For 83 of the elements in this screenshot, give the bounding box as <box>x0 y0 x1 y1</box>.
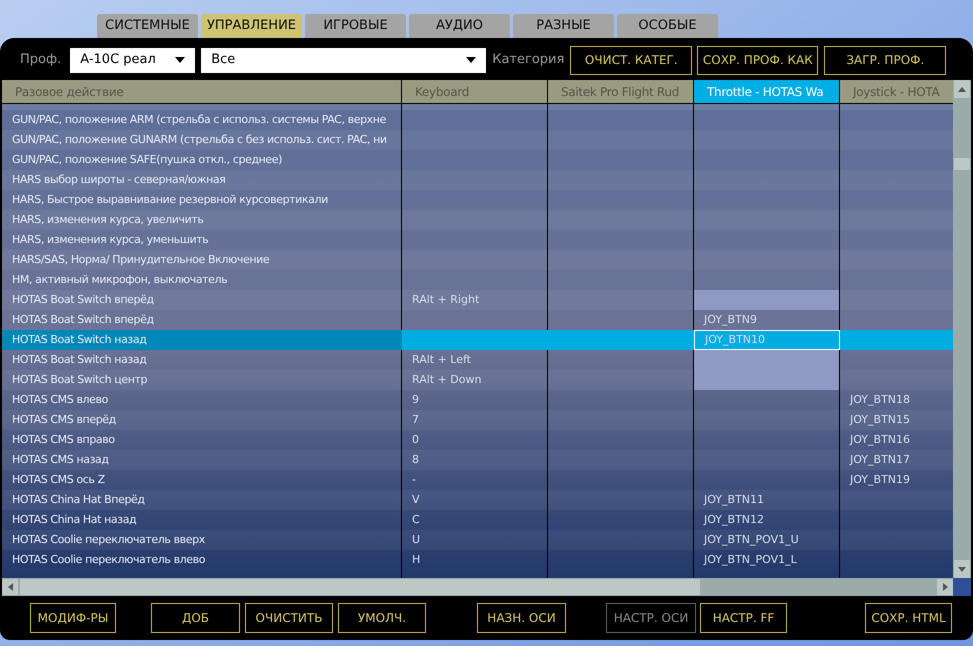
table-cell: HARS, Быстрое выравнивание резервной курсовертикали <box>2 190 402 210</box>
table-cell: V <box>402 490 548 510</box>
table-row[interactable]: HOTAS Boat Switch назад RAlt + Left <box>2 350 953 370</box>
tab[interactable]: УПРАВЛЕНИЕ <box>201 14 302 38</box>
table-row[interactable]: HOTAS Boat Switch вперёд RAlt + Right <box>2 290 953 310</box>
table-cell: HOTAS Coolie переключатель влево <box>2 550 402 570</box>
tab[interactable]: СИСТЕМНЫЕ <box>97 14 198 38</box>
table-cell: HOTAS Boat Switch назад <box>2 330 402 350</box>
table-cell: JOY_BTN9 <box>694 310 840 330</box>
table-cell: HOTAS China Hat Вперёд <box>2 490 402 510</box>
toolbar-button[interactable]: ОЧИСТ. КАТЕГ. <box>570 46 692 74</box>
table-cell: HARS выбор широты - северная/южная <box>2 170 402 190</box>
table-cell: HOTAS Boat Switch назад <box>2 350 402 370</box>
table-cell: HARS, изменения курса, уменьшить <box>2 230 402 250</box>
table-row[interactable]: HARS выбор широты - северная/южная <box>2 170 953 190</box>
table-cell: GUN/PAC, положение SAFE(пушка откл., среднее) <box>2 150 402 170</box>
table-row[interactable]: HOTAS China Hat Вперёд V JOY_BTN11 <box>2 490 953 510</box>
table-cell: JOY_BTN_POV1_L <box>694 550 840 570</box>
toolbar-button[interactable]: ЗАГР. ПРОФ. <box>824 46 946 74</box>
table-cell: 9 <box>402 390 548 410</box>
table-cell: RAlt + Left <box>402 350 548 370</box>
scroll-right-icon[interactable] <box>937 579 953 595</box>
table-cell: HOTAS CMS влево <box>2 390 402 410</box>
table-row[interactable]: GUN/PAC, положение GUNARM (стрельба с без использ. сист. PAC, ни <box>2 130 953 150</box>
action-button[interactable]: НАСТР. FF <box>700 603 787 633</box>
dropdown-arrow-icon <box>175 57 186 63</box>
action-button[interactable]: МОДИФ-РЫ <box>30 603 116 633</box>
table-cell: H <box>402 550 548 570</box>
action-button[interactable]: ДОБ <box>151 603 240 633</box>
scrollbar-corner <box>953 578 971 596</box>
scroll-up-icon[interactable] <box>954 80 970 98</box>
toolbar-button[interactable]: СОХР. ПРОФ. КАК <box>697 46 818 74</box>
table-row[interactable]: HARS, изменения курса, увеличить <box>2 210 953 230</box>
table-cell: HOTAS Boat Switch центр <box>2 370 402 390</box>
table-cell: RAlt + Right <box>402 290 548 310</box>
table-cell: HOTAS Boat Switch вперёд <box>2 290 402 310</box>
vertical-scrollbar[interactable] <box>953 80 971 578</box>
scroll-thumb[interactable] <box>954 158 970 170</box>
table-cell: JOY_BTN_POV1_U <box>694 530 840 550</box>
tab[interactable]: ОСОБЫЕ <box>617 14 718 38</box>
profile-label: Проф. <box>20 51 62 70</box>
scroll-left-icon[interactable] <box>2 579 18 595</box>
horizontal-scrollbar[interactable] <box>2 578 953 596</box>
table-cell: 7 <box>402 410 548 430</box>
table-row[interactable]: HARS/SAS, Норма/ Принудительное Включение <box>2 250 953 270</box>
table-cell: RAlt + Down <box>402 370 548 390</box>
table-cell: HARS/SAS, Норма/ Принудительное Включение <box>2 250 402 270</box>
tab[interactable]: ИГРОВЫЕ <box>305 14 406 38</box>
table-cell: C <box>402 510 548 530</box>
table-cell: HOTAS CMS вправо <box>2 430 402 450</box>
category-label: Категория <box>492 51 564 70</box>
table-row[interactable]: HOTAS Boat Switch назад JOY_BTN10 <box>2 330 953 350</box>
table-cell: HOTAS CMS назад <box>2 450 402 470</box>
dropdown-arrow-icon <box>466 57 476 63</box>
table-cell: JOY_BTN10 <box>694 330 840 350</box>
table-cell: U <box>402 530 548 550</box>
table-cell: HOTAS Coolie переключатель вверх <box>2 530 402 550</box>
table-row[interactable]: HOTAS Boat Switch центр RAlt + Down <box>2 370 953 390</box>
table-cell: - <box>402 470 548 490</box>
table-cell: JOY_BTN12 <box>694 510 840 530</box>
table-cell: HOTAS CMS вперёд <box>2 410 402 430</box>
table-row[interactable]: HOTAS CMS вперёд 7 JOY_BTN15 <box>2 410 953 430</box>
scroll-down-icon[interactable] <box>954 560 970 578</box>
action-button[interactable]: НАЗН. ОСИ <box>477 603 566 633</box>
table-cell: HM, активный микрофон, выключатель <box>2 270 402 290</box>
action-button[interactable]: СОХР. HTML <box>865 603 952 633</box>
filter-dropdown[interactable]: Все <box>201 48 486 72</box>
table-cell: GUN/PAC, положение GUNARM (стрельба с без использ. сист. PAC, ни <box>2 130 402 150</box>
tab[interactable]: АУДИО <box>409 14 510 38</box>
table-cell: GUN/PAC, положение ARM (стрельба с использ. системы PAC, верхне <box>2 110 402 130</box>
table-cell: 8 <box>402 450 548 470</box>
table-row[interactable]: HOTAS CMS назад 8 JOY_BTN17 <box>2 450 953 470</box>
scroll-thumb[interactable] <box>20 579 700 595</box>
profile-dropdown[interactable]: A-10C реал <box>70 48 196 72</box>
table-row[interactable]: HOTAS Coolie переключатель вверх U JOY_BTN_POV1_U <box>2 530 953 550</box>
table-cell: HOTAS China Hat назад <box>2 510 402 530</box>
table-cell: 0 <box>402 430 548 450</box>
table-cell: HOTAS CMS ось Z <box>2 470 402 490</box>
table-cell: HARS, изменения курса, увеличить <box>2 210 402 230</box>
tab[interactable]: РАЗНЫЕ <box>513 14 614 38</box>
table-cell: JOY_BTN11 <box>694 490 840 510</box>
action-button[interactable]: УМОЛЧ. <box>338 603 426 633</box>
action-button[interactable]: ОЧИСТИТЬ <box>245 603 333 633</box>
